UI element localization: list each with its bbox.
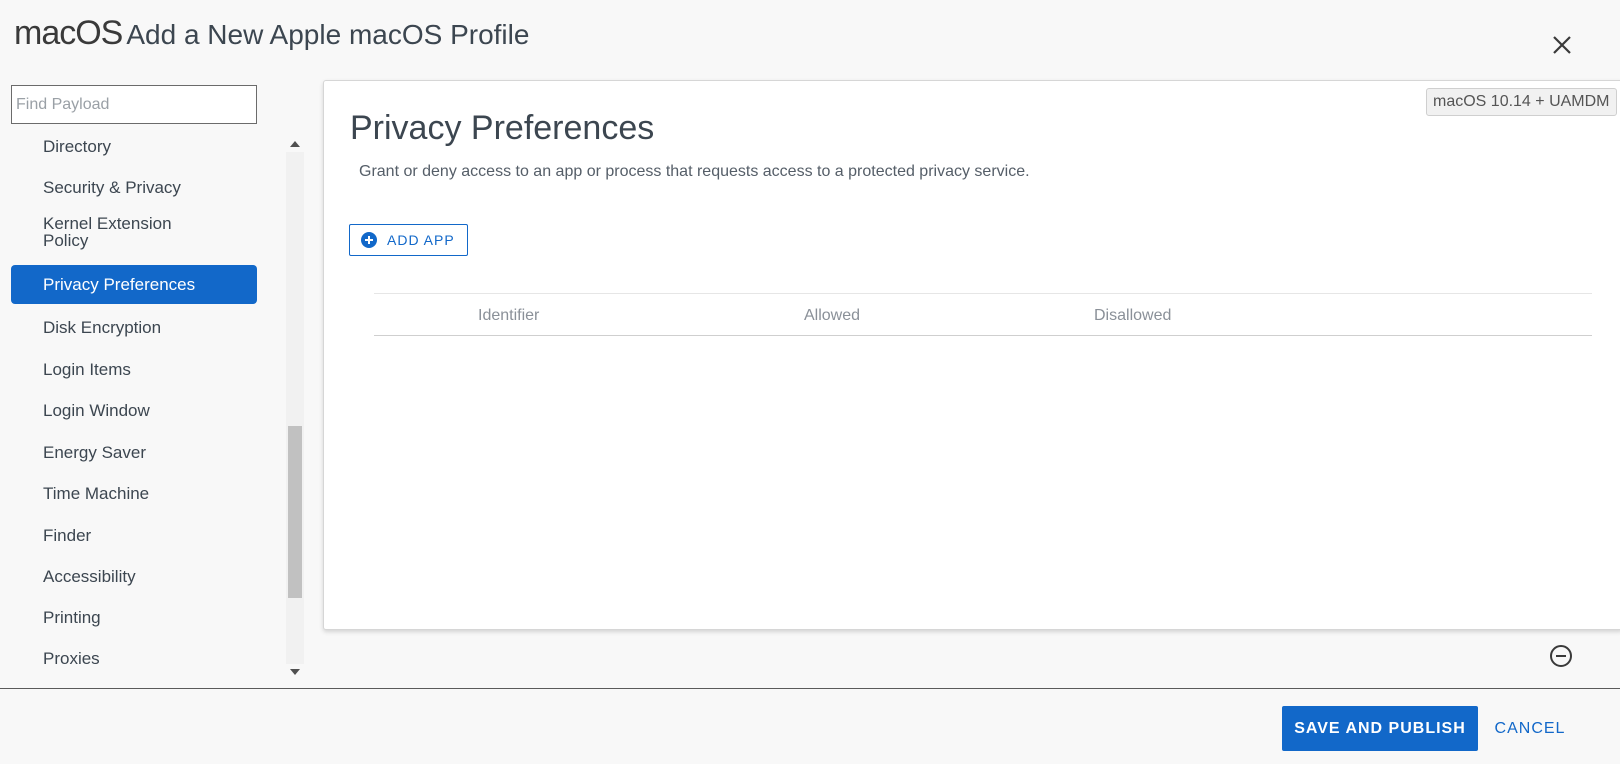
column-header-disallowed[interactable]: Disallowed xyxy=(1094,307,1171,325)
add-app-button[interactable]: ADD APP xyxy=(349,224,468,256)
cancel-button[interactable]: CANCEL xyxy=(1490,706,1570,751)
scroll-up-button[interactable] xyxy=(286,136,304,152)
sidebar-item-label: Security & Privacy xyxy=(43,177,181,197)
payload-search-input[interactable] xyxy=(11,85,257,124)
close-button[interactable] xyxy=(1545,28,1579,62)
dialog-header: macOS Add a New Apple macOS Profile xyxy=(14,14,529,64)
sidebar-item-label: Login Items xyxy=(43,359,131,379)
version-badge: macOS 10.14 + UAMDM xyxy=(1426,88,1617,116)
sidebar-item-label: Directory xyxy=(43,136,112,156)
platform-label: macOS xyxy=(14,14,123,52)
scroll-thumb[interactable] xyxy=(288,426,302,598)
sidebar-scrollbar[interactable] xyxy=(286,136,304,680)
sidebar-item-login-items[interactable]: Login Items xyxy=(11,354,257,384)
payload-list: Directory Security & Privacy Kernel Exte… xyxy=(11,126,257,686)
page-title: Add a New Apple macOS Profile xyxy=(126,19,530,50)
sidebar-item-label: Privacy Preferences xyxy=(43,275,196,294)
close-icon xyxy=(1553,36,1571,54)
apps-table: Identifier Allowed Disallowed xyxy=(374,293,1592,336)
table-header: Identifier Allowed Disallowed xyxy=(374,293,1592,336)
minus-circle-icon xyxy=(1550,645,1572,667)
dialog-footer: SAVE AND PUBLISH CANCEL xyxy=(0,688,1620,764)
remove-payload-button[interactable] xyxy=(1548,643,1574,669)
sidebar-item-proxies[interactable]: Proxies xyxy=(11,643,257,673)
sidebar-item-login-window[interactable]: Login Window xyxy=(11,395,257,425)
sidebar-item-disk-encryption[interactable]: Disk Encryption xyxy=(11,312,257,342)
sidebar-item-label: Login Window xyxy=(43,400,150,420)
scroll-down-button[interactable] xyxy=(286,664,304,680)
payload-description: Grant or deny access to an app or proces… xyxy=(359,163,1030,180)
sidebar-item-accessibility[interactable]: Accessibility xyxy=(11,561,257,591)
column-header-allowed[interactable]: Allowed xyxy=(804,307,860,325)
sidebar-item-privacy-preferences[interactable]: Privacy Preferences xyxy=(11,265,257,304)
add-app-label: ADD APP xyxy=(387,232,455,248)
sidebar-item-label: Accessibility xyxy=(43,566,136,586)
column-header-identifier[interactable]: Identifier xyxy=(478,307,539,325)
sidebar-item-label: Disk Encryption xyxy=(43,317,162,337)
sidebar-item-security-privacy[interactable]: Security & Privacy xyxy=(11,172,257,202)
plus-circle-icon xyxy=(361,232,377,248)
payload-card: macOS 10.14 + UAMDM Privacy Preferences … xyxy=(323,80,1620,630)
sidebar-item-label: Energy Saver xyxy=(43,442,146,462)
sidebar-item-label: Proxies xyxy=(43,648,100,668)
scroll-track[interactable] xyxy=(286,152,304,664)
sidebar-item-printing[interactable]: Printing xyxy=(11,602,257,632)
sidebar-item-energy-saver[interactable]: Energy Saver xyxy=(11,437,257,467)
sidebar-item-label: Printing xyxy=(43,607,101,627)
sidebar-item-label: Kernel Extension Policy xyxy=(43,214,172,250)
profile-editor-dialog: macOS Add a New Apple macOS Profile Dire… xyxy=(0,0,1620,764)
caret-down-icon xyxy=(290,669,300,675)
payload-title: Privacy Preferences xyxy=(350,109,655,147)
sidebar-item-label: Time Machine xyxy=(43,483,150,503)
save-and-publish-button[interactable]: SAVE AND PUBLISH xyxy=(1282,706,1478,751)
sidebar-item-directory[interactable]: Directory xyxy=(11,131,257,161)
sidebar-item-label: Finder xyxy=(43,525,92,545)
caret-up-icon xyxy=(290,141,300,147)
sidebar-item-kernel-extension-policy[interactable]: Kernel Extension Policy xyxy=(11,214,257,250)
sidebar-item-finder[interactable]: Finder xyxy=(11,520,257,550)
sidebar-item-time-machine[interactable]: Time Machine xyxy=(11,478,257,508)
